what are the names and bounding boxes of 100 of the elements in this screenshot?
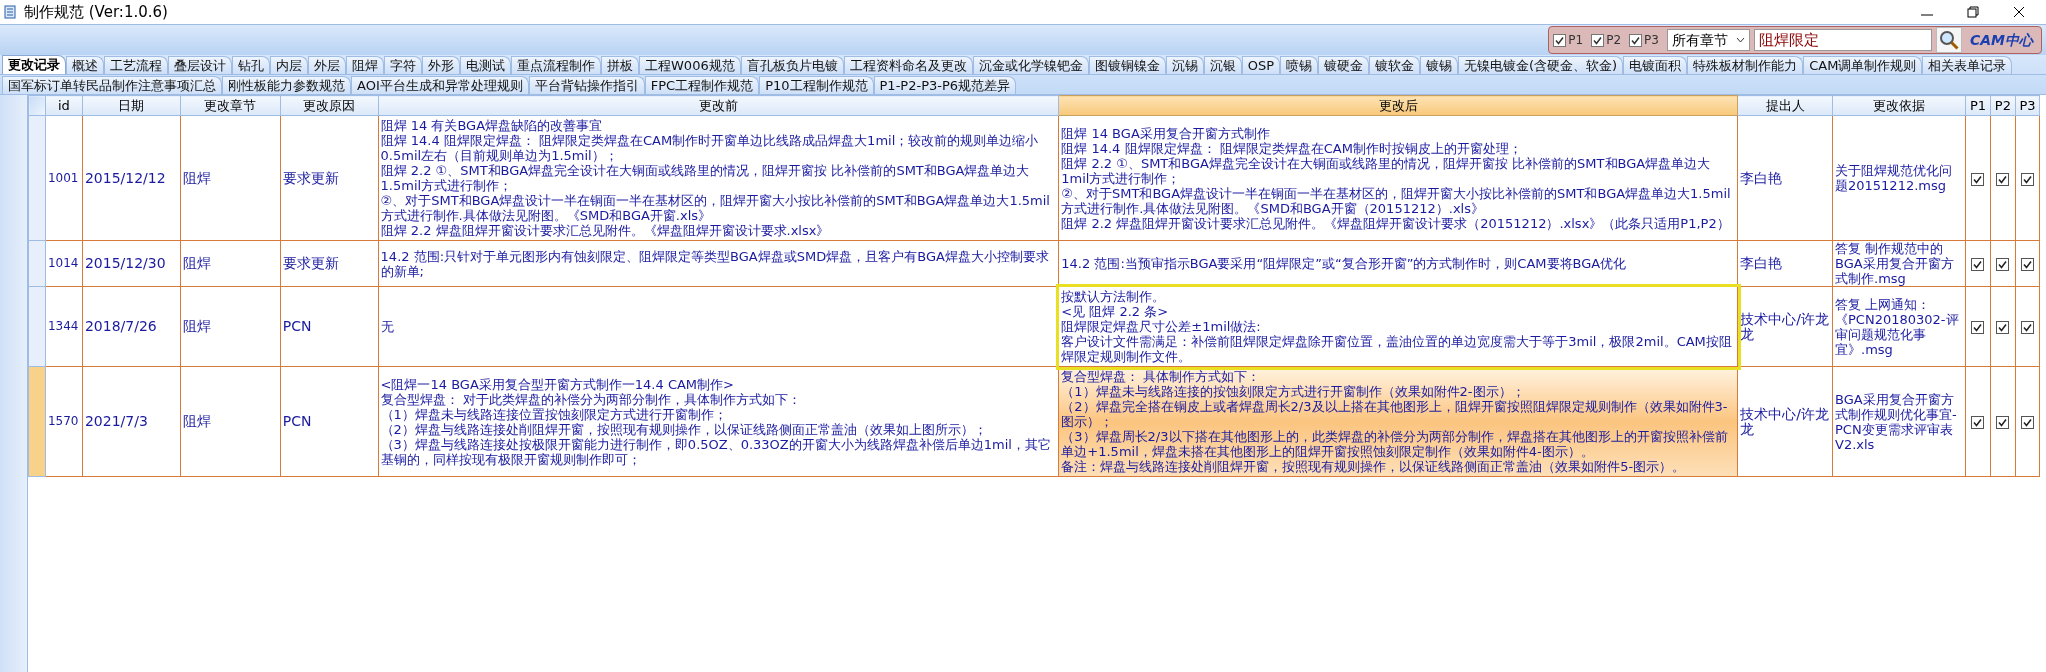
table-cell: 1570 — [45, 366, 83, 477]
checkbox[interactable] — [1996, 321, 2010, 334]
tab[interactable]: 沉锡 — [1165, 56, 1204, 74]
tab[interactable]: 电测试 — [460, 56, 511, 74]
tab[interactable]: 沉金或化学镍钯金 — [972, 56, 1089, 74]
tab[interactable]: 无镍电镀金(含硬金、软金) — [1458, 56, 1624, 74]
table-cell: 李白艳 — [1737, 240, 1833, 287]
checkbox[interactable] — [1591, 33, 1605, 47]
column-header[interactable]: P1 — [1965, 95, 1991, 116]
tab[interactable]: 工程W006规范 — [639, 56, 741, 74]
checkbox-label: P2 — [1606, 32, 1622, 49]
table-cell: 关于阻焊规范优化问题20151212.msg — [1832, 115, 1966, 241]
column-header[interactable]: 更改原因 — [280, 95, 379, 116]
table-cell: 李白艳 — [1737, 115, 1833, 241]
column-header[interactable]: 更改依据 — [1832, 95, 1966, 116]
tab[interactable]: 喷锡 — [1280, 56, 1318, 74]
checkbox[interactable] — [1996, 172, 2010, 186]
tab[interactable]: 重点流程制作 — [511, 56, 601, 74]
chapter-dropdown[interactable]: 所有章节 — [1666, 29, 1750, 51]
table-cell: 答复 上网通知：《PCN20180302-评审问题规范化事宜》.msg — [1832, 286, 1966, 367]
table-cell: BGA采用复合开窗方式制作规则优化事宜-PCN变更需求评审表V2.xls — [1832, 366, 1966, 477]
table-cell: 答复 制作规范中的BGA采用复合开窗方式制作.msg — [1832, 240, 1966, 287]
checkbox[interactable] — [1971, 321, 1985, 334]
column-header[interactable]: 更改后 — [1058, 95, 1738, 116]
table-cell: 阻焊 14 BGA采用复合开窗方式制作 阻焊 14.4 阻焊限定焊盘： 阻焊限定类焊盘在CAM制作时按铜皮上的开窗处理； 阻焊 2.2 ①、SMT和BGA焊盘完全设计在大铜面或线路里的情况，阻焊开窗按 比补偿前的SMT和BGA焊盘单边大1mil方式进行制作； ②、对于SMT和BGA焊盘设计一半在铜面一半在基材区的，阻焊开窗大小按比补偿前的SMT和BGA焊盘单边大1.5mil方式进行制作.具体做法见附图。《SMD和BGA开窗（20151212）.xls》 阻焊 2.2 焊盘阻焊开窗设计要求汇总见附件。《焊盘阻焊开窗设计要求（20151212）.xlsx》（此条只适用P1,P2） — [1058, 115, 1738, 241]
checkbox[interactable] — [1971, 416, 1985, 429]
tab[interactable]: 镀锡 — [1420, 56, 1458, 74]
tab[interactable]: 字符 — [384, 56, 422, 74]
checkbox[interactable] — [2020, 321, 2034, 334]
table-cell: 2018/7/26 — [82, 286, 181, 367]
tab[interactable]: 钻孔 — [232, 56, 270, 74]
table-cell: 阻焊 — [180, 366, 281, 477]
tab[interactable]: 沉银 — [1203, 56, 1242, 74]
checkbox[interactable] — [2020, 172, 2034, 186]
column-header[interactable]: 日期 — [82, 95, 181, 116]
table-cell: 阻焊 — [180, 240, 281, 287]
checkbox-label: P1 — [1568, 32, 1584, 49]
tab[interactable]: 外层 — [308, 56, 346, 74]
search-button[interactable] — [1935, 27, 1962, 53]
tab[interactable]: 图镀铜镍金 — [1088, 56, 1166, 74]
table-cell: 1001 — [45, 115, 83, 241]
checkbox[interactable] — [1971, 258, 1985, 271]
tab[interactable]: 相关表单记录 — [1922, 56, 2013, 74]
table-cell: 1344 — [45, 286, 83, 367]
table-cell: 阻焊 14 有关BGA焊盘缺陷的改善事宜 阻焊 14.4 阻焊限定焊盘： 阻焊限定类焊盘在CAM制作时开窗单边比线路成品焊盘大1mil；较改前的规则单边缩小0.5mil左右（目前规则单边为1.5mil）； 阻焊 2.2 ①、SMT和BGA焊盘完全设计在大铜面或线路里的情况，阻焊开窗按 比补偿前的SMT和BGA焊盘单边大1.5mil方式进行制作； ②、对于SMT和BGA焊盘设计一半在铜面一半在基材区的，阻焊开窗大小按比补偿前的SMT和BGA焊盘单边大1.5mil方式进行制作.具体做法见附图。《SMD和BGA开窗.xls》 阻焊 2.2 焊盘阻焊开窗设计要求汇总见附件。《焊盘阻焊开窗设计要求.xlsx》 — [378, 115, 1059, 241]
checkbox[interactable] — [1996, 416, 2010, 429]
tab[interactable]: 镀硬金 — [1318, 56, 1369, 74]
table-cell: 阻焊 — [180, 286, 281, 367]
column-header[interactable]: P3 — [2015, 95, 2040, 116]
column-header[interactable]: 提出人 — [1737, 95, 1833, 116]
close-icon[interactable] — [2012, 5, 2026, 19]
table-cell: PCN — [280, 286, 379, 367]
column-header[interactable]: 更改章节 — [180, 95, 281, 116]
tab[interactable]: 工程资料命名及更改 — [843, 56, 973, 74]
caret-icon — [1735, 37, 1745, 43]
tab[interactable]: 阻焊 — [346, 56, 384, 74]
tab[interactable]: 叠层设计 — [168, 56, 232, 74]
tab[interactable]: AOI平台生成和异常处理规则 — [351, 76, 529, 94]
tab[interactable]: 内层 — [270, 56, 308, 74]
table-cell: 要求更新 — [280, 115, 379, 241]
logo-text: CAM中心 — [1968, 30, 2035, 50]
tab[interactable]: 镀软金 — [1369, 56, 1420, 74]
tab[interactable]: OSP — [1241, 56, 1280, 74]
tab[interactable]: FPC工程制作规范 — [644, 76, 760, 94]
column-header[interactable]: P2 — [1990, 95, 2016, 116]
table-cell: 2021/7/3 — [82, 366, 181, 477]
tab[interactable]: 特殊板材制作能力 — [1687, 56, 1804, 74]
table-cell: 14.2 范围:只针对于单元图形内有蚀刻限定、阻焊限定等类型BGA焊盘或SMD焊盘，且客户有BGA焊盘大小控制要求的新单; — [378, 240, 1059, 287]
tab[interactable]: 工艺流程 — [104, 56, 168, 74]
tab[interactable]: P10工程制作规范 — [759, 76, 874, 94]
search-field[interactable]: 阻焊限定 — [1753, 29, 1932, 51]
table-cell: 2015/12/30 — [82, 240, 181, 287]
maximize-icon[interactable] — [1966, 5, 1980, 19]
column-header[interactable]: 更改前 — [378, 95, 1059, 116]
tab[interactable]: P1-P2-P3-P6规范差异 — [873, 76, 1017, 94]
search-icon — [1938, 30, 1959, 50]
tab[interactable]: 概述 — [66, 56, 104, 74]
checkbox[interactable] — [2020, 258, 2034, 271]
table-cell: 要求更新 — [280, 240, 379, 287]
app-icon — [4, 5, 16, 19]
tab[interactable]: CAM调单制作规则 — [1803, 56, 1923, 74]
checkbox[interactable] — [1553, 33, 1567, 47]
tab[interactable]: 盲孔板负片电镀 — [740, 56, 844, 74]
tab[interactable]: 刚性板能力参数规范 — [222, 76, 351, 94]
tab[interactable]: 更改记录 — [2, 55, 66, 74]
column-header[interactable]: id — [45, 95, 83, 116]
checkbox[interactable] — [2020, 416, 2034, 429]
checkbox[interactable] — [1971, 172, 1985, 186]
tab[interactable]: 外形 — [422, 56, 460, 74]
tab[interactable]: 国军标订单转民品制作注意事项汇总 — [2, 76, 222, 94]
checkbox[interactable] — [1629, 33, 1643, 47]
table-cell: 阻焊 — [180, 115, 281, 241]
tab[interactable]: 电镀面积 — [1623, 56, 1688, 74]
checkbox[interactable] — [1996, 258, 2010, 271]
tab[interactable]: 平台背钻操作指引 — [528, 76, 645, 94]
table-cell: PCN — [280, 366, 379, 477]
tab[interactable]: 拼板 — [601, 56, 639, 74]
table-cell: 2015/12/12 — [82, 115, 181, 241]
table-cell: 按默认方法制作。 <见 阻焊 2.2 条> 阻焊限定焊盘尺寸公差±1mil做法: 客户设计文件需满足：补偿前阻焊限定焊盘除开窗位置，盖油位置的单边宽度需大于等于3mil，极限2mil。CAM按阻焊限定规则制作文件。 — [1058, 286, 1738, 367]
table-cell: 技术中心/许龙龙 — [1737, 366, 1833, 477]
